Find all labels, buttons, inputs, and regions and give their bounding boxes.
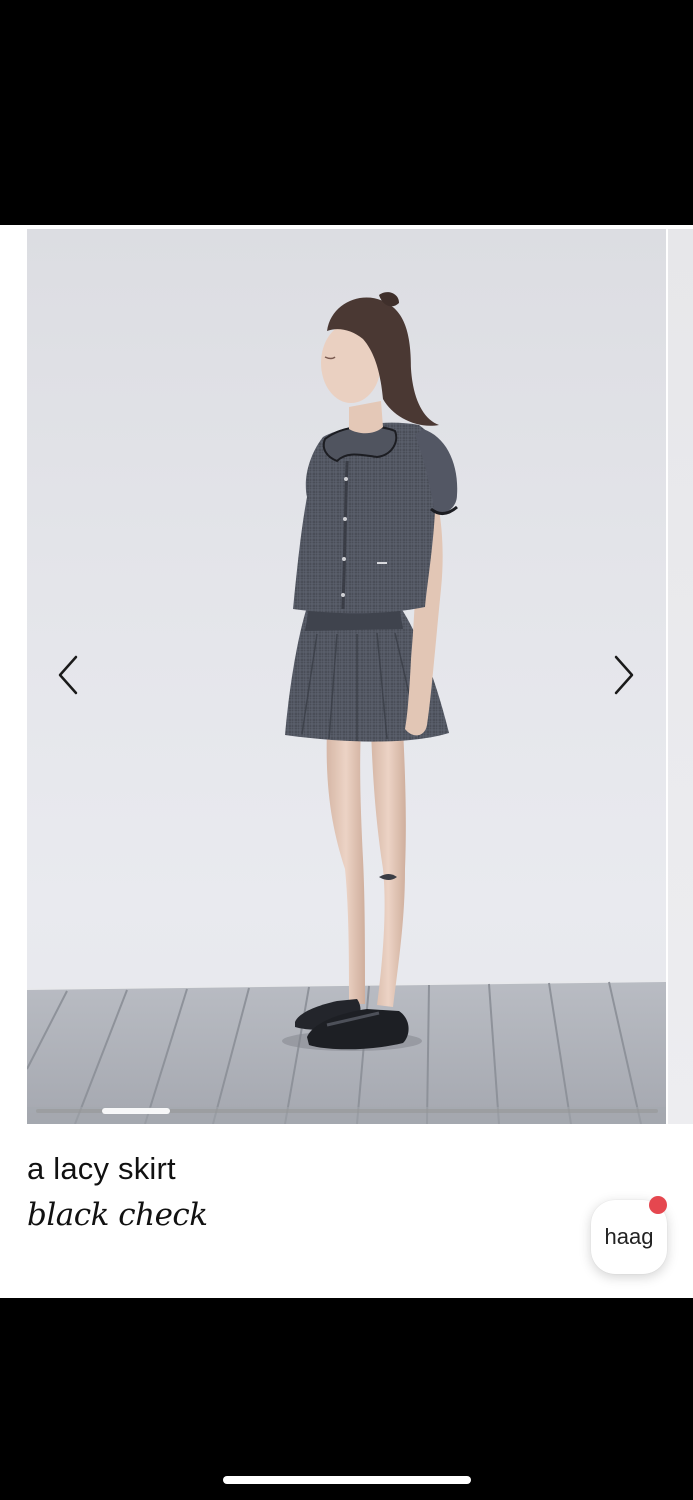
product-photo[interactable] — [27, 229, 666, 1124]
home-indicator[interactable] — [223, 1476, 471, 1484]
chevron-left-icon — [58, 655, 78, 695]
notification-dot — [649, 1196, 667, 1214]
product-variant: black check — [27, 1197, 208, 1233]
haag-chat-label: haag — [604, 1224, 654, 1249]
next-photo-peek — [668, 229, 693, 1124]
previous-image-button[interactable] — [48, 645, 88, 705]
chevron-right-icon — [614, 655, 634, 695]
product-photo-illustration — [27, 292, 666, 1124]
top-letterbox — [0, 0, 693, 225]
next-image-button[interactable] — [604, 645, 644, 705]
product-title: a lacy skirt — [27, 1151, 176, 1186]
product-card: a lacy skirt black check haag — [0, 225, 693, 1298]
gallery-scrollbar-thumb[interactable] — [102, 1108, 171, 1114]
